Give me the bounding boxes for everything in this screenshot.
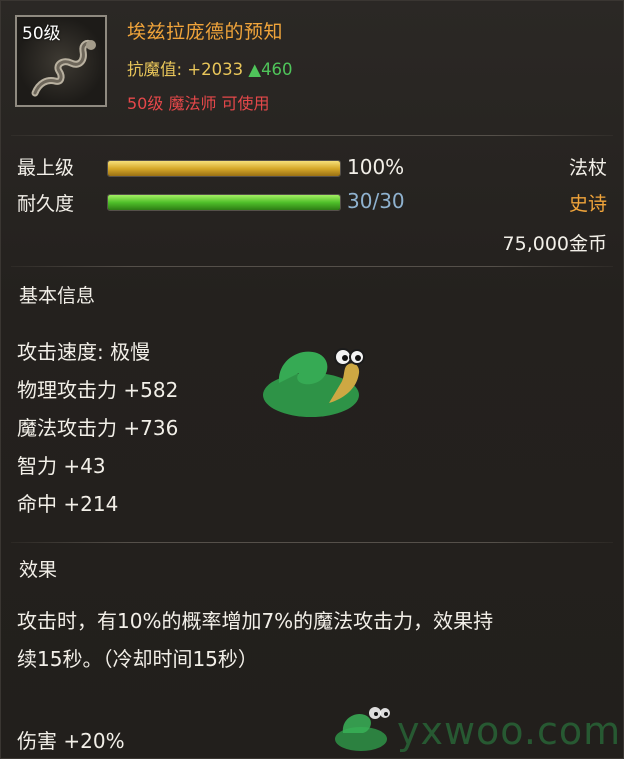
watermark-text: yxwoo.com (397, 709, 622, 753)
upgrade-bar-fill (108, 161, 340, 176)
watermark-snail-icon (263, 348, 365, 417)
effect-damage: 伤害 +20% (17, 729, 125, 753)
effect-line: 攻击时，有10%的概率增加7%的魔法攻击力，效果持 (17, 609, 494, 633)
effect-line: 续15秒。（冷却时间15秒） (17, 647, 258, 671)
stat-attack-speed: 攻击速度: 极慢 (17, 340, 151, 364)
divider (11, 135, 613, 136)
item-price: 75,000金币 (502, 233, 607, 255)
durability-value: 30/30 (347, 189, 405, 213)
durability-bar (107, 194, 341, 211)
watermark-logo-icon (335, 707, 390, 751)
item-tooltip: 50级 埃兹拉庞德的预知 抗魔值: +2033 ▲460 50级 魔法师 可使用… (0, 0, 624, 759)
upgrade-value: 100% (347, 155, 405, 179)
item-rarity: 史诗 (568, 193, 607, 215)
resist-label: 抗魔值: +2033 (127, 60, 244, 79)
durability-bar-fill (108, 195, 340, 210)
effect-title: 效果 (19, 559, 58, 581)
upgrade-label: 最上级 (17, 157, 75, 179)
class-requirement: 50级 魔法师 可使用 (127, 94, 270, 113)
item-type: 法杖 (568, 157, 607, 179)
divider (11, 266, 613, 267)
stat-hit-rate: 命中 +214 (17, 492, 119, 516)
stat-magic-attack: 魔法攻击力 +736 (17, 416, 179, 440)
durability-label: 耐久度 (17, 193, 75, 215)
item-icon-slot[interactable]: 50级 (15, 15, 107, 107)
stat-physical-attack: 物理攻击力 +582 (17, 378, 179, 402)
item-name: 埃兹拉庞德的预知 (127, 21, 284, 43)
basic-info-title: 基本信息 (19, 285, 96, 307)
resist-value: 抗魔值: +2033 ▲460 (127, 56, 293, 80)
resist-increase: ▲460 (248, 60, 293, 79)
effect-description: 攻击时，有10%的概率增加7%的魔法攻击力，效果持 续15秒。（冷却时间15秒） (17, 602, 607, 678)
divider (11, 542, 613, 543)
item-level-badge: 50级 (22, 24, 61, 44)
upgrade-bar (107, 160, 341, 177)
stat-intelligence: 智力 +43 (17, 454, 106, 478)
